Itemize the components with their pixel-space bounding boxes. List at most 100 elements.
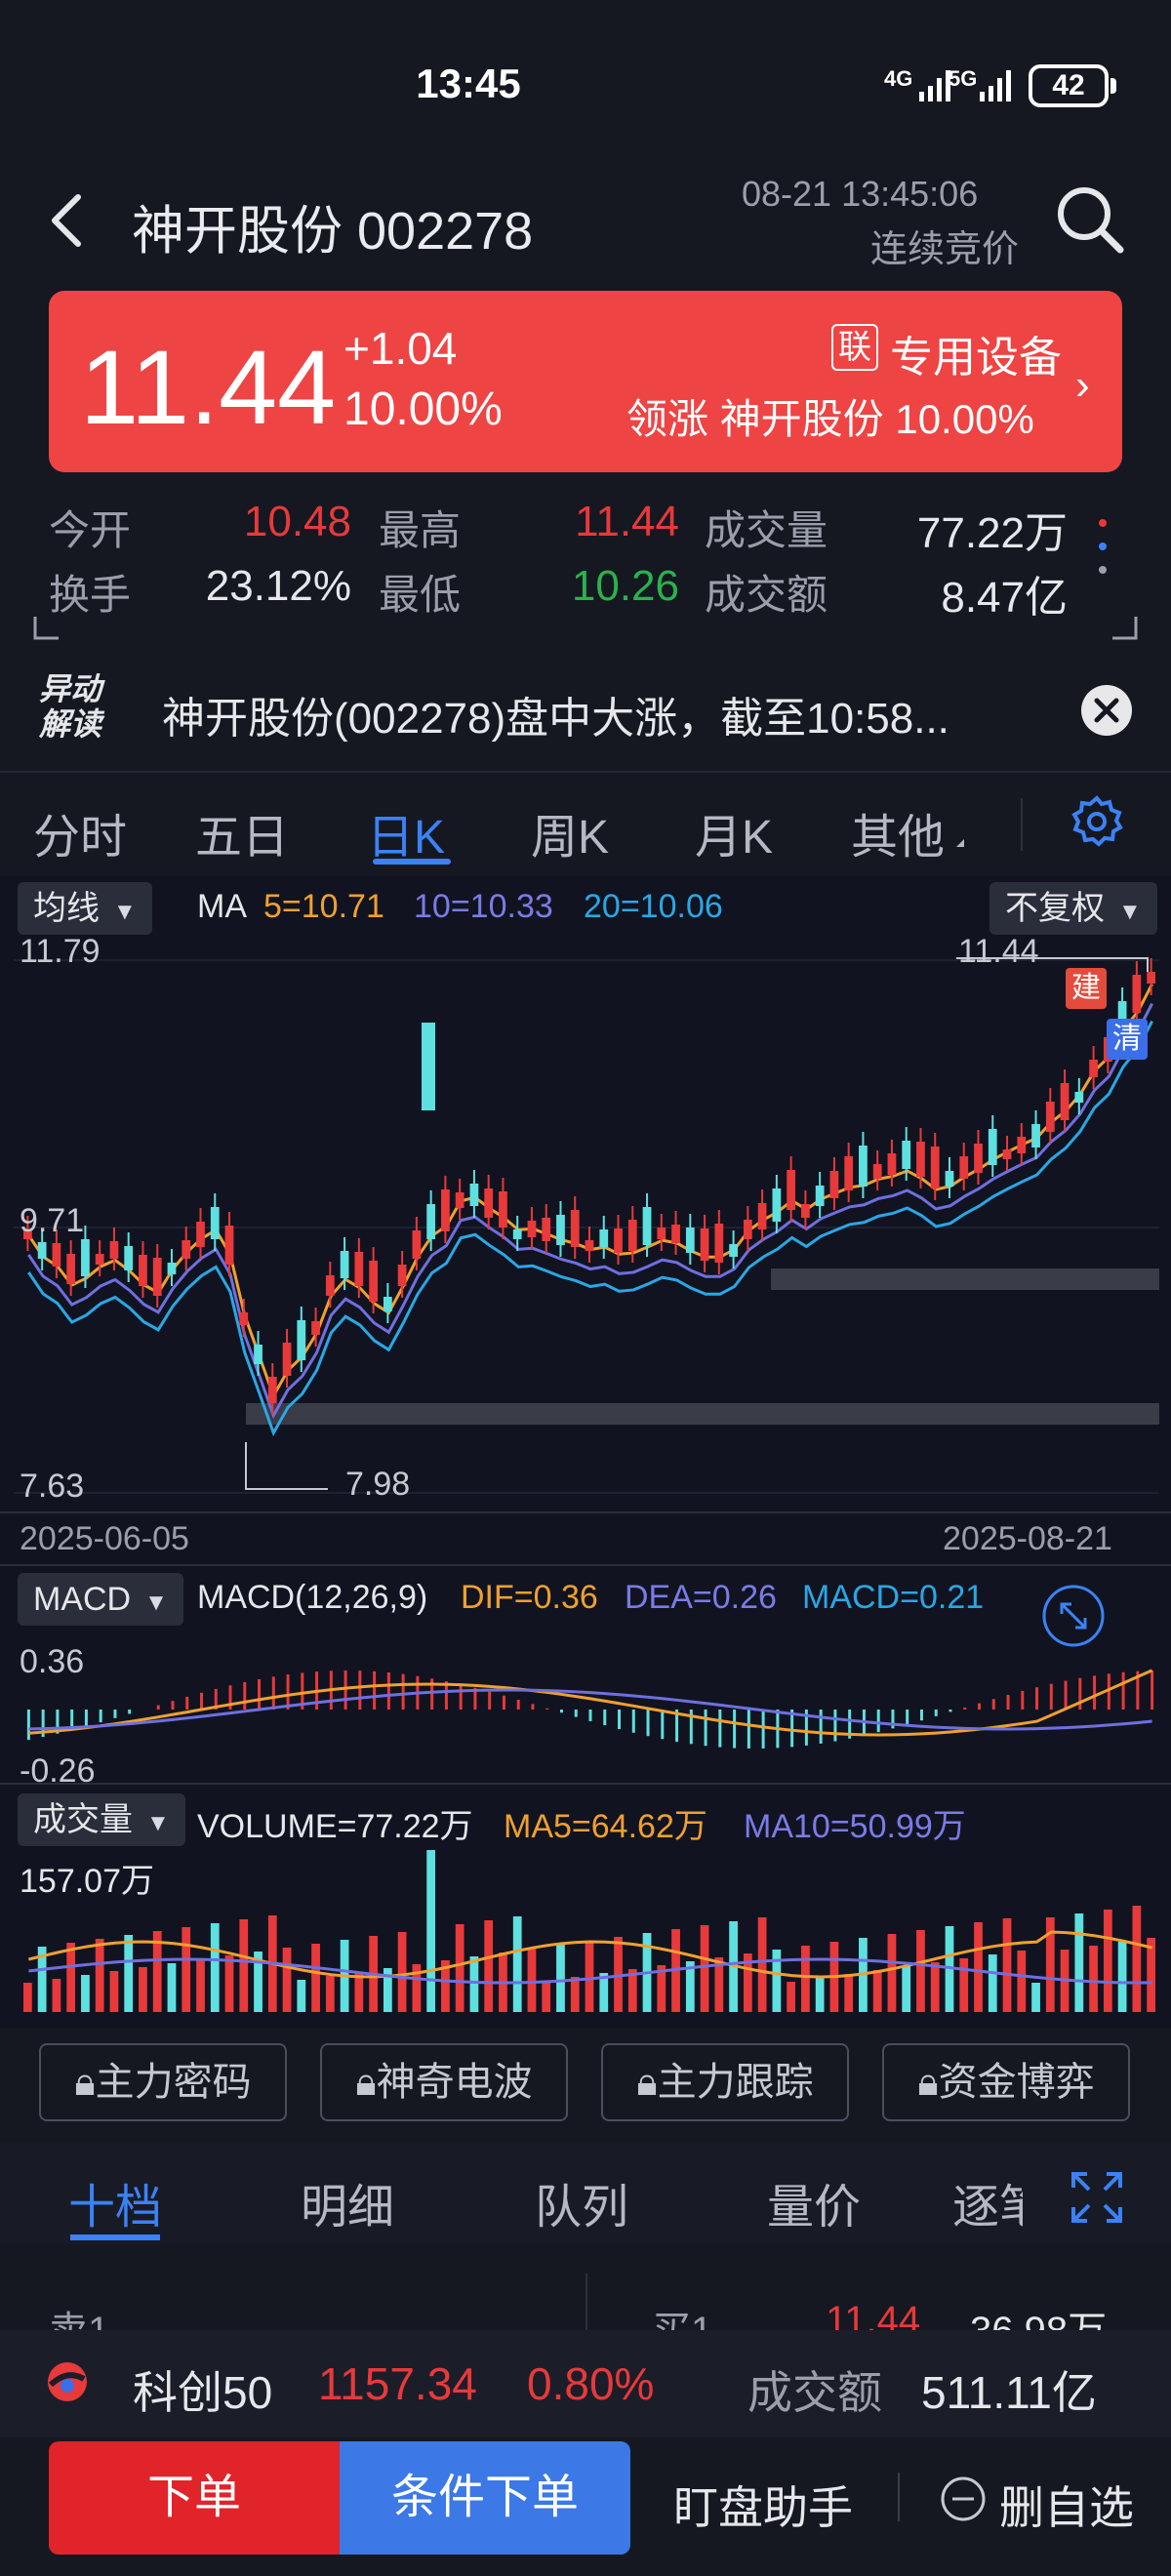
tab-other[interactable]: 其他 xyxy=(851,798,945,866)
lock-icon: 🔒︎ xyxy=(636,2061,658,2104)
tab-volume-price[interactable]: 量价 xyxy=(767,2168,861,2236)
volume-bar xyxy=(167,1963,177,2012)
price-change: +1.04 xyxy=(343,323,458,374)
sector-leader: 领涨 神开股份 10.00% xyxy=(626,396,1034,442)
trade-status: 连续竞价 xyxy=(870,229,1020,270)
stat-high: 11.44 xyxy=(575,498,679,545)
candle-body xyxy=(902,1141,911,1169)
candle-body xyxy=(542,1218,551,1241)
tab-five-day[interactable]: 五日 xyxy=(195,798,289,866)
support-band xyxy=(246,1403,1159,1425)
more-dots-icon[interactable] xyxy=(1095,515,1110,584)
price-change-pct: 10.00% xyxy=(343,383,503,435)
candle-body xyxy=(1045,1102,1055,1132)
tab-divider xyxy=(1021,798,1023,851)
kline-chart-area[interactable]: 均线 ▼ MA 5=10.71 10=10.33 20=10.06 不复权 ▼ 11… xyxy=(0,876,1171,2028)
candle-body xyxy=(1147,972,1155,984)
volume-bar xyxy=(455,1924,464,2012)
back-arrow-icon[interactable] xyxy=(47,191,86,250)
watch-assistant-button[interactable]: 盯盘助手 xyxy=(673,2473,853,2537)
candle-body xyxy=(729,1244,738,1257)
tag-qing[interactable]: 清 xyxy=(1107,1019,1148,1060)
corner-left-icon xyxy=(33,617,59,640)
price-card[interactable]: 11.44 +1.04 10.00% 联 专用设备 领涨 神开股份 10.00%… xyxy=(49,291,1122,472)
volume-selector[interactable]: 成交量 ▼ xyxy=(18,1793,185,1846)
candle-body xyxy=(787,1170,796,1210)
macd-selector[interactable]: MACD ▼ xyxy=(18,1573,183,1626)
lock-button-track[interactable]: 🔒︎主力跟踪 xyxy=(601,2043,849,2121)
ma-selector-label: 均线 xyxy=(33,890,100,927)
ma10-value: 10=10.33 xyxy=(414,888,553,925)
tab-tick-by-tick[interactable]: 逐笔 xyxy=(952,2168,1023,2236)
candle-body xyxy=(859,1146,868,1187)
search-icon[interactable] xyxy=(1054,183,1126,256)
tab-weekly-k[interactable]: 周K xyxy=(531,798,609,866)
lock-button-wave[interactable]: 🔒︎神奇电波 xyxy=(320,2043,568,2121)
volume-bar xyxy=(1074,1913,1084,2012)
lock-button-label: 神奇电波 xyxy=(376,2061,533,2104)
candle-body xyxy=(556,1215,565,1245)
candle-body xyxy=(801,1204,810,1218)
remove-watchlist-button[interactable]: 删自选 xyxy=(999,2473,1134,2537)
candle-body xyxy=(1132,975,1142,1013)
action-divider xyxy=(898,2473,900,2521)
stock-title: 神开股份 002278 xyxy=(132,202,534,261)
volume-bar xyxy=(81,1975,90,2012)
candle-body xyxy=(412,1230,422,1259)
candle-body xyxy=(527,1221,537,1237)
tab-details[interactable]: 明细 xyxy=(301,2168,394,2236)
news-headline[interactable]: 神开股份(002278)盘中大涨，截至10:58... xyxy=(162,683,949,745)
remove-circle-icon[interactable] xyxy=(939,2475,988,2523)
signal-bars-2-icon xyxy=(980,70,1011,101)
volume-bar xyxy=(930,1962,940,2012)
ma20-value: 20=10.06 xyxy=(584,888,723,925)
tab-daily-k[interactable]: 日K xyxy=(367,798,445,866)
ma-selector[interactable]: 均线 ▼ xyxy=(18,882,152,935)
gear-icon[interactable] xyxy=(1070,794,1124,849)
adjust-selector[interactable]: 不复权 ▼ xyxy=(989,882,1157,935)
macd-value: MACD=0.21 xyxy=(802,1579,985,1616)
candle-body xyxy=(930,1147,940,1188)
signal-5g-label: 5G xyxy=(949,66,978,91)
index-ticker-bar[interactable]: 科创50 1157.34 0.80% 成交额 511.11亿 xyxy=(0,2330,1171,2437)
volume-bar xyxy=(872,1970,882,2012)
sector-name[interactable]: 专用设备 xyxy=(890,322,1062,384)
bottom-tab-underline xyxy=(70,2234,160,2240)
volume-axis-top: 157.07万 xyxy=(20,1863,154,1900)
conditional-order-button[interactable]: 条件下单 xyxy=(340,2441,630,2555)
volume-bar xyxy=(757,1917,767,2012)
divider xyxy=(0,771,1171,773)
volume-bar xyxy=(1089,1946,1098,2012)
volume-ma5: MA5=64.62万 xyxy=(504,1808,707,1845)
ma-label: MA xyxy=(197,888,247,925)
tab-monthly-k[interactable]: 月K xyxy=(695,798,773,866)
volume-bar xyxy=(1017,1951,1027,2012)
candle-body xyxy=(139,1255,147,1286)
tab-intraday[interactable]: 分时 xyxy=(33,798,127,866)
volume-bar xyxy=(959,1958,969,2012)
place-order-button[interactable]: 下单 xyxy=(49,2441,340,2555)
tab-ten-levels[interactable]: 十档 xyxy=(68,2168,162,2236)
tag-jian[interactable]: 建 xyxy=(1066,968,1107,1009)
tab-queue[interactable]: 队列 xyxy=(535,2168,628,2236)
volume-bar xyxy=(239,1919,249,2012)
chevron-down-icon: ▼ xyxy=(146,1810,170,1836)
date-start: 2025-06-05 xyxy=(20,1520,189,1557)
news-logo-line1: 异动 xyxy=(39,671,102,706)
close-icon[interactable] xyxy=(1081,685,1132,736)
candle-body xyxy=(426,1204,436,1239)
candle-body xyxy=(959,1156,969,1179)
candle-body xyxy=(627,1220,637,1251)
lock-button-fund[interactable]: 🔒︎资金博弈 xyxy=(882,2043,1130,2121)
lock-button-main-code[interactable]: 🔒︎主力密码 xyxy=(39,2043,287,2121)
candle-body xyxy=(657,1228,666,1239)
chevron-down-icon: ▼ xyxy=(144,1590,168,1616)
fullscreen-icon[interactable] xyxy=(1071,2172,1122,2223)
expand-chart-icon[interactable] xyxy=(1040,1583,1107,1649)
stat-amount-label: 成交额 xyxy=(705,572,828,618)
index-amount: 511.11亿 xyxy=(921,2367,1097,2418)
price-axis-bottom: 7.63 xyxy=(20,1468,85,1505)
tab-underline xyxy=(373,859,451,865)
candle-body xyxy=(585,1240,594,1251)
orderbook-divider xyxy=(586,2274,587,2332)
